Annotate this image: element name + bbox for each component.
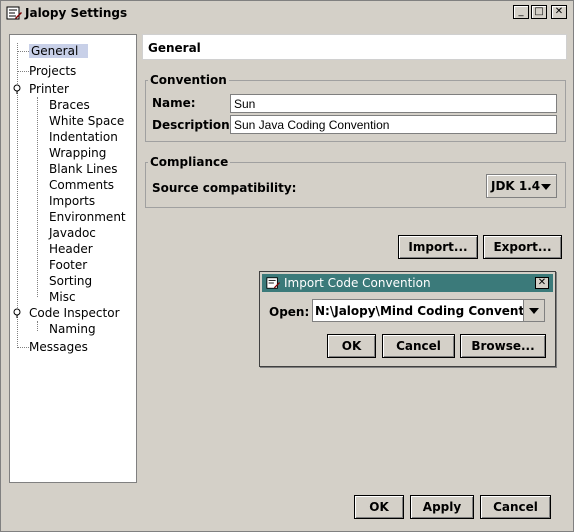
tree-item-label: Braces (49, 98, 90, 112)
source-compatibility-value: JDK 1.4 (491, 179, 541, 193)
expand-toggle-icon[interactable] (12, 84, 22, 94)
name-label: Name: (152, 96, 196, 110)
import-button-label: Import... (408, 240, 468, 254)
tree-item-label: General (29, 44, 89, 58)
tree-item-label: Comments (49, 178, 115, 192)
tree-item-blank-lines[interactable]: Blank Lines (49, 161, 118, 177)
tree-item-braces[interactable]: Braces (49, 97, 90, 113)
tree-item-indentation[interactable]: Indentation (49, 129, 118, 145)
tree-item-label: Printer (29, 82, 69, 96)
export-button-label: Export... (493, 240, 552, 254)
source-compatibility-select[interactable]: JDK 1.4 (486, 174, 557, 198)
app-icon (6, 6, 22, 20)
open-label: Open: (269, 305, 310, 319)
dialog-title-bar[interactable]: Import Code Convention ✕ (262, 274, 553, 292)
tree-item-label: Sorting (49, 274, 93, 288)
tree-item-label: Code Inspector (29, 306, 120, 320)
tree-item-label: Misc (49, 290, 76, 304)
dialog-cancel-label: Cancel (396, 339, 441, 353)
close-icon[interactable]: ✕ (551, 5, 567, 19)
tree-item-label: White Space (49, 114, 125, 128)
tree-item-code-inspector[interactable]: Code Inspector (29, 305, 120, 321)
name-input[interactable] (230, 94, 557, 113)
title-bar[interactable]: Jalopy Settings _ □ ✕ (1, 1, 573, 25)
dialog-title: Import Code Convention (284, 276, 431, 290)
dialog-app-icon (266, 277, 280, 289)
dialog-ok-button[interactable]: OK (327, 334, 376, 358)
tree-item-label: Imports (49, 194, 96, 208)
import-dialog: Import Code Convention ✕ Open: N:\Jalopy… (259, 271, 556, 367)
tree-item-messages[interactable]: Messages (29, 339, 88, 355)
tree-item-printer[interactable]: Printer (29, 81, 69, 97)
chevron-down-icon (529, 307, 539, 314)
tree-item-label: Javadoc (49, 226, 96, 240)
tree-item-naming[interactable]: Naming (49, 321, 96, 337)
tree-item-environment[interactable]: Environment (49, 209, 126, 225)
tree-item-imports[interactable]: Imports (49, 193, 95, 209)
tree-item-label: Footer (49, 258, 88, 272)
settings-tree[interactable]: General Projects Printer Braces White Space I… (9, 34, 137, 483)
settings-window: Jalopy Settings _ □ ✕ General Projects Pri… (0, 0, 574, 532)
tree-item-projects[interactable]: Projects (29, 63, 76, 79)
convention-title: Convention (148, 73, 229, 87)
tree-item-label: Indentation (49, 130, 118, 144)
tree-item-label: Header (49, 242, 93, 256)
tree-item-sorting[interactable]: Sorting (49, 273, 92, 289)
dialog-close-icon[interactable]: ✕ (535, 277, 549, 289)
tree-item-label: Projects (29, 64, 77, 78)
tree-item-general[interactable]: General (29, 43, 89, 59)
tree-item-label: Blank Lines (49, 162, 118, 176)
apply-button-label: Apply (422, 500, 462, 514)
import-button[interactable]: Import... (398, 235, 478, 259)
browse-label: Browse... (471, 339, 535, 353)
tree-item-label: Environment (49, 210, 126, 224)
tree-item-header[interactable]: Header (49, 241, 93, 257)
source-compatibility-label: Source compatibility: (152, 181, 297, 195)
tree-item-footer[interactable]: Footer (49, 257, 87, 273)
compliance-title: Compliance (148, 155, 231, 169)
tree-item-misc[interactable]: Misc (49, 289, 76, 305)
tree-item-label: Wrapping (49, 146, 107, 160)
open-path-combo[interactable]: N:\Jalopy\Mind Coding Convention.xml (312, 299, 545, 322)
open-path-value[interactable]: N:\Jalopy\Mind Coding Convention.xml (313, 304, 523, 318)
browse-button[interactable]: Browse... (460, 334, 546, 358)
maximize-icon[interactable]: □ (531, 5, 547, 19)
tree-item-comments[interactable]: Comments (49, 177, 114, 193)
ok-button[interactable]: OK (354, 495, 404, 519)
tree-item-wrapping[interactable]: Wrapping (49, 145, 106, 161)
cancel-button-label: Cancel (493, 500, 538, 514)
apply-button[interactable]: Apply (410, 495, 474, 519)
dialog-cancel-button[interactable]: Cancel (382, 334, 455, 358)
dialog-ok-label: OK (341, 339, 362, 353)
export-button[interactable]: Export... (483, 235, 562, 259)
window-title: Jalopy Settings (25, 6, 128, 20)
open-dropdown-button[interactable] (523, 300, 544, 321)
tree-item-label: Messages (29, 340, 88, 354)
tree-item-label: Naming (49, 322, 96, 336)
description-input[interactable] (230, 115, 557, 134)
tree-item-javadoc[interactable]: Javadoc (49, 225, 96, 241)
minimize-icon[interactable]: _ (513, 5, 529, 19)
ok-button-label: OK (369, 500, 389, 514)
chevron-down-icon (541, 184, 551, 190)
tree-item-white-space[interactable]: White Space (49, 113, 124, 129)
panel-title: General (142, 34, 567, 60)
description-label: Description: (152, 118, 235, 132)
cancel-button[interactable]: Cancel (480, 495, 551, 519)
expand-toggle-icon[interactable] (12, 308, 22, 318)
